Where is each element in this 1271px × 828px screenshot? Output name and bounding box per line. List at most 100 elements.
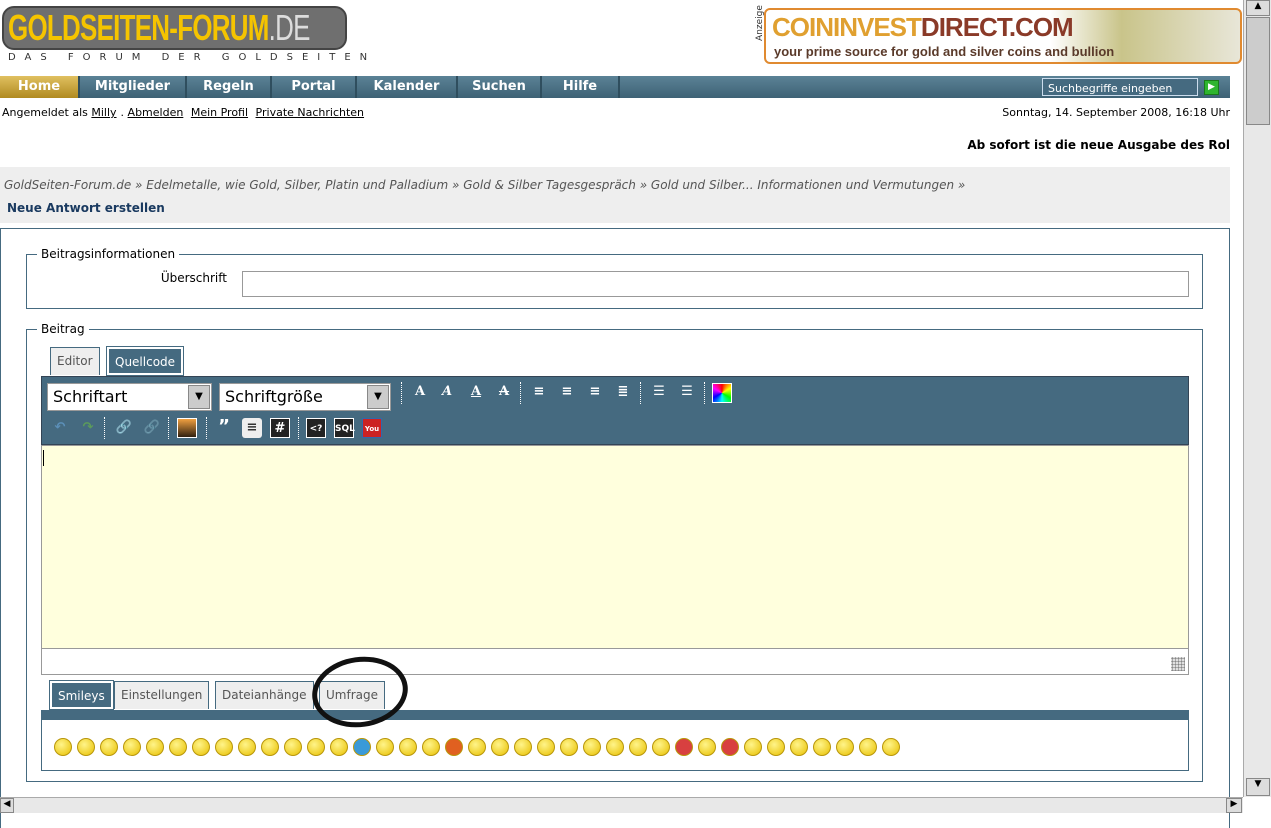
smiley-icon[interactable] xyxy=(767,738,785,756)
nav-mitglieder[interactable]: Mitglieder xyxy=(80,76,187,98)
undo-icon[interactable]: ↶ xyxy=(50,418,70,438)
nav-suchen[interactable]: Suchen xyxy=(458,76,542,98)
smiley-icon[interactable] xyxy=(652,738,670,756)
bullet-list-icon[interactable]: ☰ xyxy=(649,382,669,402)
smiley-icon[interactable] xyxy=(284,738,302,756)
smiley-icon[interactable] xyxy=(169,738,187,756)
youtube-icon[interactable]: You xyxy=(362,418,382,438)
smiley-icon[interactable] xyxy=(629,738,647,756)
smiley-icon[interactable] xyxy=(491,738,509,756)
align-justify-icon[interactable]: ≣ xyxy=(613,382,633,402)
tab-quellcode[interactable]: Quellcode xyxy=(105,346,185,376)
smiley-icon[interactable] xyxy=(100,738,118,756)
resize-grip-icon[interactable] xyxy=(1171,657,1185,671)
color-picker-icon[interactable] xyxy=(712,383,732,403)
underline-icon[interactable]: A xyxy=(466,382,486,402)
tab-smileys[interactable]: Smileys xyxy=(49,680,114,710)
font-size-select[interactable]: Schriftgröße ▼ xyxy=(219,383,391,411)
align-center-icon[interactable]: ≡ xyxy=(557,382,577,402)
scroll-up-icon[interactable]: ▲ xyxy=(1246,0,1270,16)
smiley-icon[interactable] xyxy=(882,738,900,756)
ad-banner[interactable]: COININVESTDIRECT.COM your prime source f… xyxy=(764,8,1242,64)
vertical-scrollbar[interactable]: ▲ ▼ xyxy=(1243,0,1271,797)
tab-einstellungen[interactable]: Einstellungen xyxy=(114,681,210,709)
text-cursor xyxy=(43,450,44,466)
smiley-icon[interactable] xyxy=(238,738,256,756)
smiley-icon[interactable] xyxy=(192,738,210,756)
php-code-icon[interactable]: <? xyxy=(306,418,326,438)
smiley-icon[interactable] xyxy=(836,738,854,756)
smileys-panel xyxy=(41,720,1189,771)
subject-input[interactable] xyxy=(242,271,1189,297)
quote-icon[interactable]: ” xyxy=(214,417,234,437)
smiley-icon[interactable] xyxy=(307,738,325,756)
smiley-icon[interactable] xyxy=(376,738,394,756)
page-title: Neue Antwort erstellen xyxy=(7,201,165,215)
search-input[interactable]: Suchbegriffe eingeben xyxy=(1042,78,1198,96)
logout-link[interactable]: Abmelden xyxy=(128,106,184,119)
numbered-list-icon[interactable]: ☰ xyxy=(677,382,697,402)
smiley-icon[interactable] xyxy=(261,738,279,756)
scroll-down-icon[interactable]: ▼ xyxy=(1246,778,1270,796)
strikethrough-icon[interactable]: A xyxy=(494,382,514,402)
tab-dateianhaenge[interactable]: Dateianhänge xyxy=(215,681,314,709)
smiley-icon[interactable] xyxy=(514,738,532,756)
smiley-icon[interactable] xyxy=(123,738,141,756)
smiley-icon[interactable] xyxy=(77,738,95,756)
private-messages-link[interactable]: Private Nachrichten xyxy=(256,106,365,119)
profile-link[interactable]: Mein Profil xyxy=(191,106,248,119)
smiley-icon[interactable] xyxy=(422,738,440,756)
nav-portal[interactable]: Portal xyxy=(272,76,357,98)
logo-main: GOLDSEITEN-FORUM xyxy=(8,7,269,48)
nav-kalender[interactable]: Kalender xyxy=(357,76,458,98)
align-right-icon[interactable]: ≡ xyxy=(585,382,605,402)
link-icon[interactable]: 🔗 xyxy=(114,418,134,438)
smiley-icon[interactable] xyxy=(790,738,808,756)
unlink-icon[interactable]: 🔗 xyxy=(142,418,162,438)
smiley-icon[interactable] xyxy=(744,738,762,756)
smiley-icon[interactable] xyxy=(146,738,164,756)
login-status: Angemeldet als Milly. Abmelden Mein Prof… xyxy=(2,106,365,119)
align-left-icon[interactable]: ≡ xyxy=(529,382,549,402)
site-logo[interactable]: GOLDSEITEN-FORUM.DE xyxy=(2,6,347,50)
scroll-right-icon[interactable]: ▶ xyxy=(1226,798,1242,813)
nav-hilfe[interactable]: Hilfe xyxy=(542,76,620,98)
smiley-icon[interactable] xyxy=(215,738,233,756)
tab-panel-header xyxy=(41,710,1189,720)
breadcrumb-path[interactable]: GoldSeiten-Forum.de » Edelmetalle, wie G… xyxy=(4,178,965,192)
tab-editor[interactable]: Editor xyxy=(50,347,100,375)
font-family-select[interactable]: Schriftart ▼ xyxy=(47,383,212,411)
smiley-icon[interactable] xyxy=(54,738,72,756)
smiley-icon[interactable] xyxy=(537,738,555,756)
scroll-left-icon[interactable]: ◀ xyxy=(0,798,14,813)
smiley-icon[interactable] xyxy=(353,738,371,756)
smiley-icon[interactable] xyxy=(330,738,348,756)
username-link[interactable]: Milly xyxy=(91,106,116,119)
smiley-icon[interactable] xyxy=(698,738,716,756)
smiley-icon[interactable] xyxy=(859,738,877,756)
smiley-icon[interactable] xyxy=(560,738,578,756)
sql-icon[interactable]: SQL xyxy=(334,418,355,438)
bold-icon[interactable]: A xyxy=(410,382,430,402)
smiley-icon[interactable] xyxy=(721,738,739,756)
redo-icon[interactable]: ↷ xyxy=(78,418,98,438)
smiley-icon[interactable] xyxy=(399,738,417,756)
smiley-icon[interactable] xyxy=(583,738,601,756)
nav-home[interactable]: Home xyxy=(0,76,80,98)
italic-icon[interactable]: A xyxy=(437,382,457,402)
search-go-button[interactable]: ▶ xyxy=(1204,80,1219,95)
separator xyxy=(401,382,402,404)
horizontal-scrollbar[interactable]: ◀ ▶ xyxy=(0,797,1243,813)
smiley-icon[interactable] xyxy=(675,738,693,756)
smiley-icon[interactable] xyxy=(445,738,463,756)
image-icon[interactable] xyxy=(177,418,197,438)
scroll-thumb[interactable] xyxy=(1246,17,1270,125)
nav-regeln[interactable]: Regeln xyxy=(187,76,272,98)
smiley-icon[interactable] xyxy=(606,738,624,756)
news-ticker[interactable]: Ab sofort ist die neue Ausgabe des Rol xyxy=(967,138,1230,152)
comment-icon[interactable]: ≡ xyxy=(242,418,262,438)
smiley-icon[interactable] xyxy=(813,738,831,756)
code-hash-icon[interactable]: # xyxy=(270,418,290,438)
message-textarea[interactable] xyxy=(41,445,1189,649)
smiley-icon[interactable] xyxy=(468,738,486,756)
